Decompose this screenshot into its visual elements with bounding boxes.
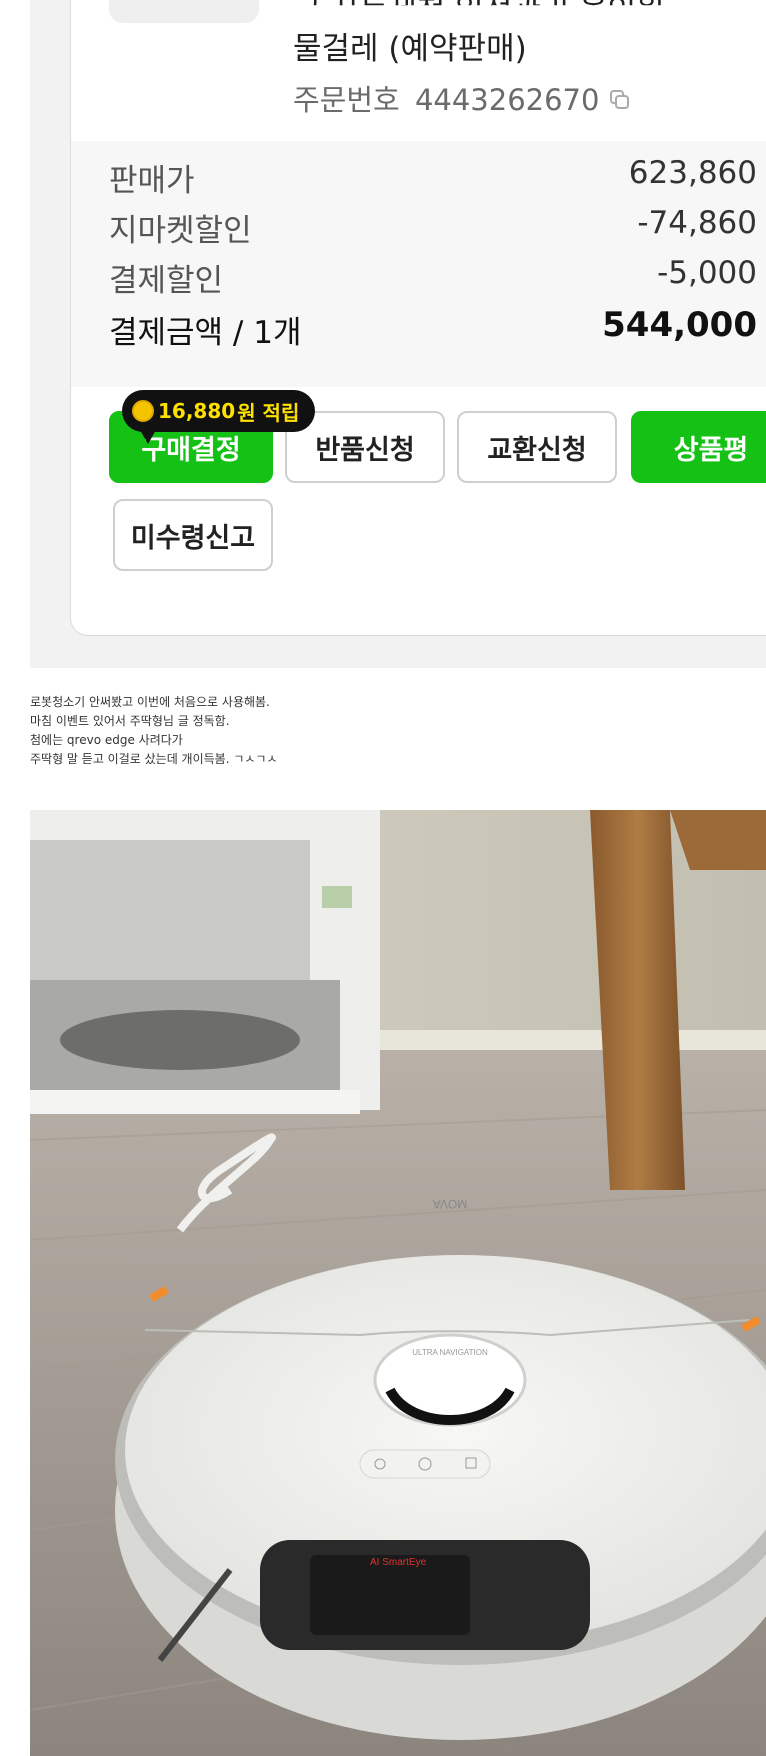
price-label: 판매가 — [109, 163, 195, 199]
order-screenshot: 구 자동세척 일정관리 올인원 물걸레 (예약판매) 주문번호 44432626… — [30, 0, 766, 668]
review-button[interactable]: 상품평 — [631, 411, 766, 483]
price-row-sale: 판매가 623,860 — [109, 155, 757, 199]
order-number: 주문번호 4443262670 — [293, 77, 599, 119]
price-label: 결제금액 / 1개 — [109, 315, 302, 351]
price-value: 544,000 — [602, 305, 757, 345]
post-line: 로봇청소기 안써봤고 이번에 처음으로 사용해봄. — [30, 695, 270, 709]
points-amount: 16,880 — [158, 399, 236, 423]
post-body-text: 로봇청소기 안써봤고 이번에 처음으로 사용해봄. 마침 이벤트 있어서 주딱형… — [30, 693, 278, 769]
price-value: -5,000 — [657, 255, 757, 291]
points-suffix: 원 적립 — [237, 400, 300, 425]
price-row-gmarket-discount: 지마켓할인 -74,860 — [109, 205, 757, 249]
robot-brand-text: MOVA — [433, 1197, 467, 1211]
post-line: 마침 이벤트 있어서 주딱형님 글 정독함. — [30, 714, 230, 728]
product-name-line2[interactable]: 물걸레 (예약판매) — [293, 23, 527, 68]
order-number-value: 4443262670 — [414, 83, 600, 117]
front-label-text: AI SmartEye — [370, 1557, 427, 1568]
lidar-text: ULTRA NAVIGATION — [412, 1348, 488, 1357]
post-line: 주딱형 말 듣고 이걸로 샀는데 개이득봄. ㄱㅅㄱㅅ — [30, 752, 278, 766]
price-label: 지마켓할인 — [109, 213, 252, 249]
price-row-payment-discount: 결제할인 -5,000 — [109, 255, 757, 299]
price-value: -74,860 — [637, 205, 757, 241]
price-value: 623,860 — [628, 155, 757, 191]
price-row-total: 결제금액 / 1개 544,000 — [109, 305, 757, 351]
copy-icon[interactable] — [609, 89, 631, 111]
order-number-label: 주문번호 — [293, 83, 400, 117]
exchange-request-button[interactable]: 교환신청 — [457, 411, 617, 483]
post-line: 첨에는 qrevo edge 사려다가 — [30, 733, 183, 747]
price-label: 결제할인 — [109, 263, 224, 299]
robot-vacuum-photo: ULTRA NAVIGATION MOVA AI SmartEye — [30, 810, 766, 1756]
not-received-button[interactable]: 미수령신고 — [113, 499, 273, 571]
order-card: 구 자동세척 일정관리 올인원 물걸레 (예약판매) 주문번호 44432626… — [70, 0, 766, 636]
price-breakdown: 판매가 623,860 지마켓할인 -74,860 결제할인 -5,000 결제… — [71, 141, 766, 387]
robot-vacuum-illustration: ULTRA NAVIGATION MOVA AI SmartEye — [30, 810, 766, 1756]
points-badge: 16,880 원 적립 — [122, 390, 316, 444]
coin-icon — [132, 400, 154, 422]
product-thumbnail[interactable] — [109, 0, 259, 23]
